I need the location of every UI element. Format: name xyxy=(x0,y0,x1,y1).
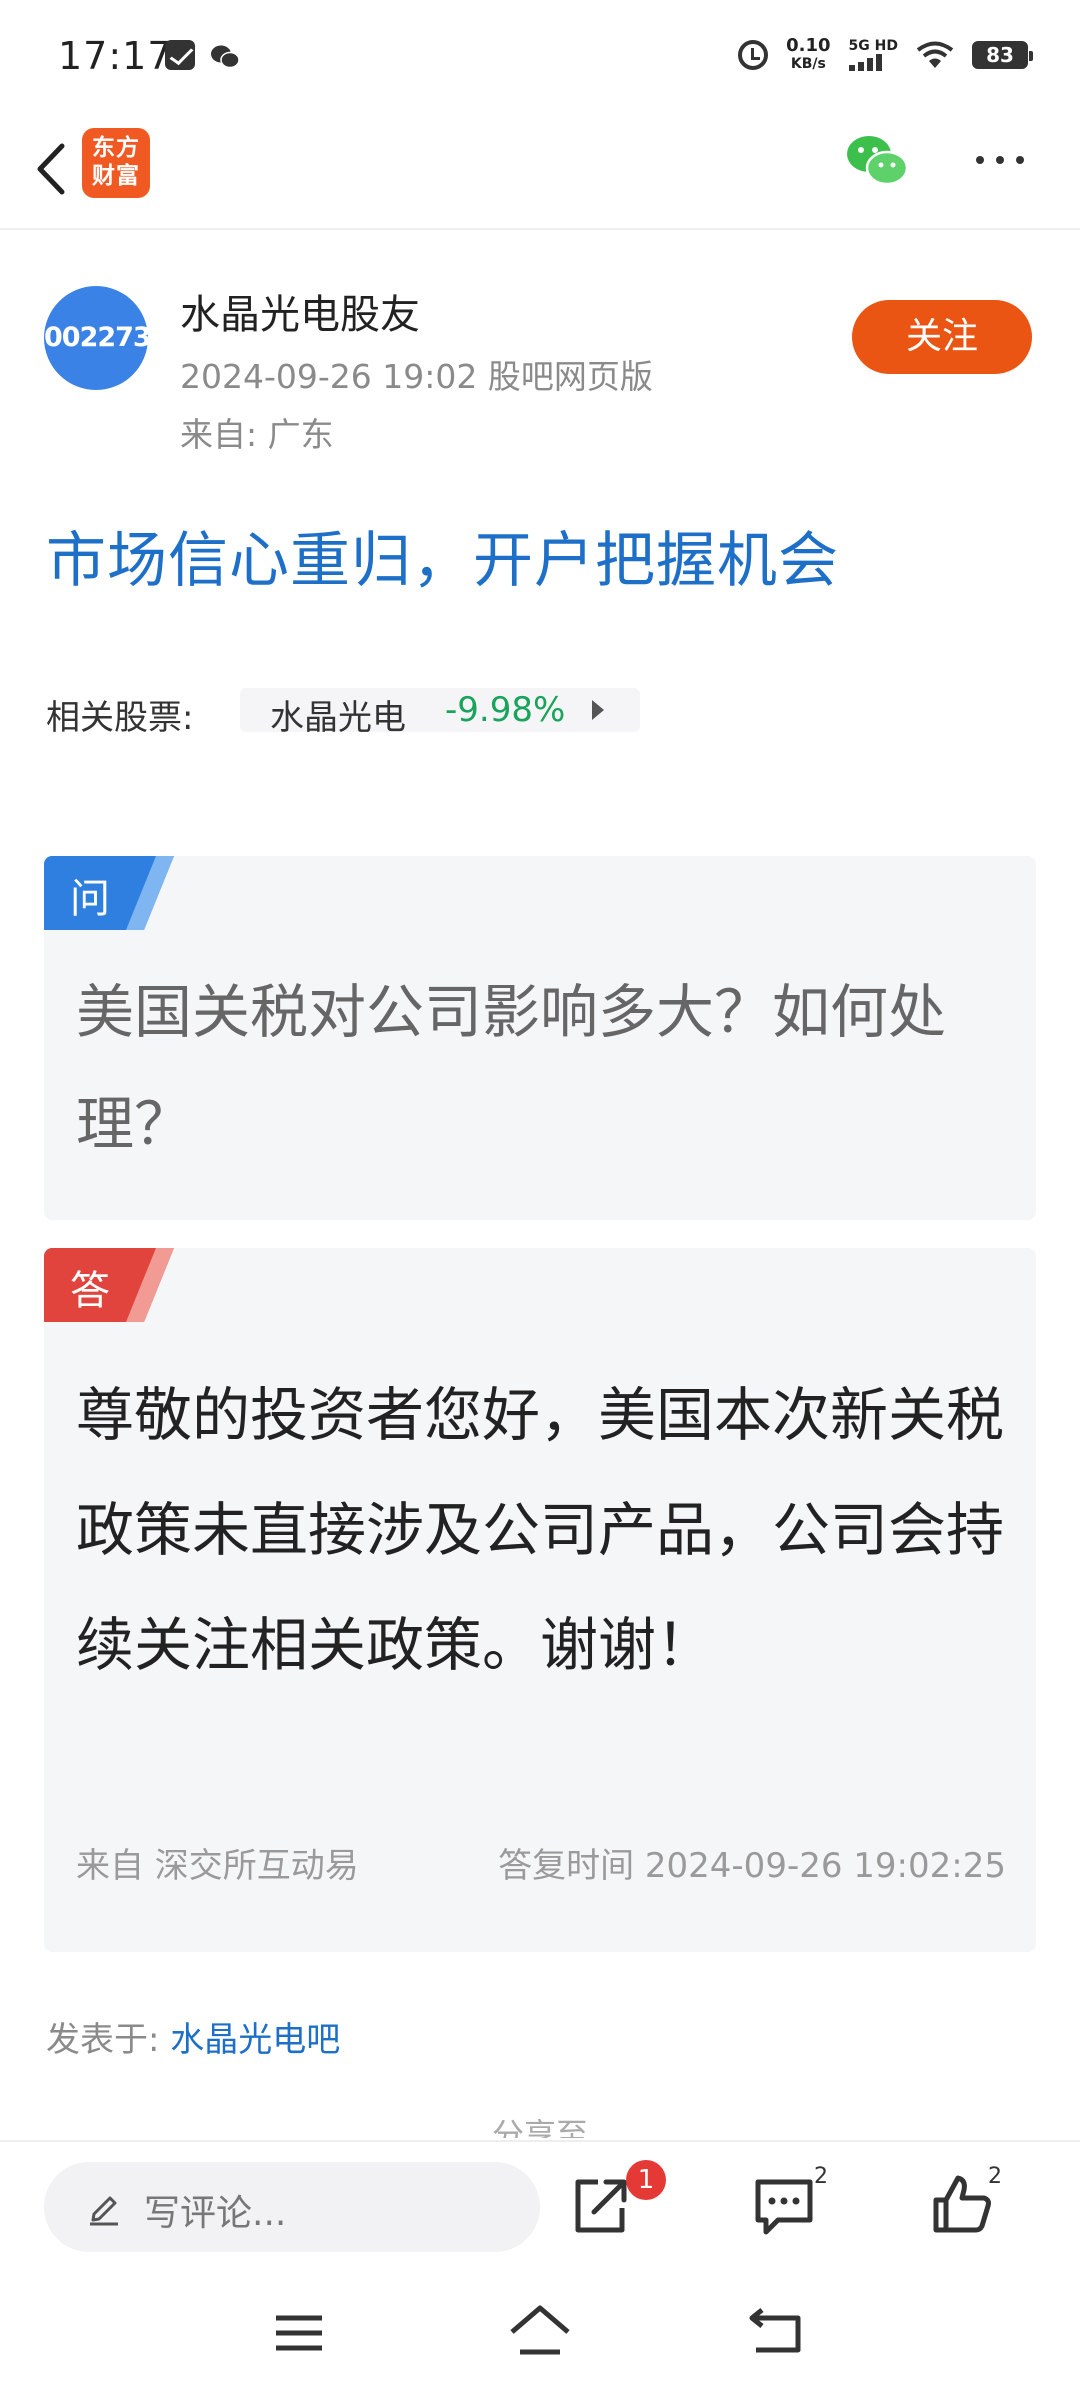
answer-tag: 答 xyxy=(70,1268,110,1314)
wechat-notification-icon xyxy=(211,45,240,69)
network-speed-value: 0.10 xyxy=(786,35,831,56)
system-back-icon[interactable] xyxy=(748,2304,804,2356)
app-logo-line2: 财富 xyxy=(92,163,140,189)
wechat-share-icon[interactable] xyxy=(845,132,909,190)
post-title: 市场信心重归，开户把握机会 xyxy=(46,526,839,596)
follow-button[interactable]: 关注 xyxy=(852,300,1032,374)
app-logo-line1: 东方 xyxy=(92,135,140,161)
network-type: 5G HD xyxy=(848,38,898,54)
more-options-icon[interactable] xyxy=(970,140,1030,180)
comment-placeholder: 写评论... xyxy=(144,2193,287,2234)
alarm-icon xyxy=(738,40,769,70)
post-location: 来自: 广东 xyxy=(180,415,334,454)
posted-in: 发表于: 水晶光电吧 xyxy=(46,2012,340,2061)
share-icon[interactable] xyxy=(568,2174,632,2238)
like-count: 2 xyxy=(988,2164,1002,2189)
app-logo: 东方 财富 xyxy=(82,128,150,198)
question-card: 问 美国关税对公司影响多大？如何处理？ xyxy=(44,856,1036,1220)
network-speed-unit: KB/s xyxy=(790,56,826,72)
answer-source: 来自 深交所互动易 xyxy=(76,1846,359,1886)
home-icon[interactable] xyxy=(508,2302,572,2358)
related-stock-chip[interactable]: 水晶光电 -9.98% xyxy=(240,688,640,738)
signal-icon xyxy=(848,53,882,71)
nav-bar: 东方 财富 xyxy=(0,120,1080,230)
mail-notification-icon xyxy=(165,40,195,70)
thumbs-up-icon[interactable] xyxy=(930,2172,994,2236)
pencil-icon xyxy=(90,2196,118,2226)
chevron-right-icon xyxy=(592,700,604,720)
answer-time: 答复时间 2024-09-26 19:02:25 xyxy=(498,1846,1006,1886)
answer-text: 尊敬的投资者您好，美国本次新关税政策未直接涉及公司产品，公司会持续关注相关政策。… xyxy=(76,1381,1005,1679)
posted-in-label: 发表于: xyxy=(46,2020,171,2060)
question-text: 美国关税对公司影响多大？如何处理？ xyxy=(76,978,947,1158)
related-stocks-label: 相关股票: xyxy=(46,698,194,738)
system-nav-bar xyxy=(0,2270,1080,2400)
network-speed: 0.10 KB/s xyxy=(786,36,830,74)
question-tag: 问 xyxy=(70,876,110,922)
share-badge: 1 xyxy=(626,2160,666,2200)
answer-card: 答 尊敬的投资者您好，美国本次新关税政策未直接涉及公司产品，公司会持续关注相关政… xyxy=(44,1248,1036,1952)
status-time: 17:17 xyxy=(58,34,173,78)
comments-count: 2 xyxy=(814,2164,828,2189)
comments-icon[interactable] xyxy=(752,2174,816,2238)
share-to-label: 分享至 xyxy=(491,2116,588,2138)
wifi-icon xyxy=(916,41,954,68)
battery-indicator: 83 xyxy=(972,41,1033,69)
stock-name: 水晶光电 xyxy=(270,698,406,738)
comment-input[interactable]: 写评论... xyxy=(44,2162,540,2252)
action-bar: 写评论... 1 2 2 xyxy=(0,2140,1080,2270)
stock-change: -9.98% xyxy=(445,690,566,730)
forum-link[interactable]: 水晶光电吧 xyxy=(170,2020,340,2060)
avatar[interactable]: 002273 xyxy=(44,286,152,390)
author-name[interactable]: 水晶光电股友 xyxy=(180,282,420,340)
back-arrow-icon[interactable] xyxy=(20,134,90,204)
post-meta: 2024-09-26 19:02 股吧网页版 xyxy=(180,357,653,396)
recent-apps-icon[interactable] xyxy=(272,2308,326,2358)
status-bar: 17:17 0.10 KB/s 5G HD 83 xyxy=(0,0,1080,120)
